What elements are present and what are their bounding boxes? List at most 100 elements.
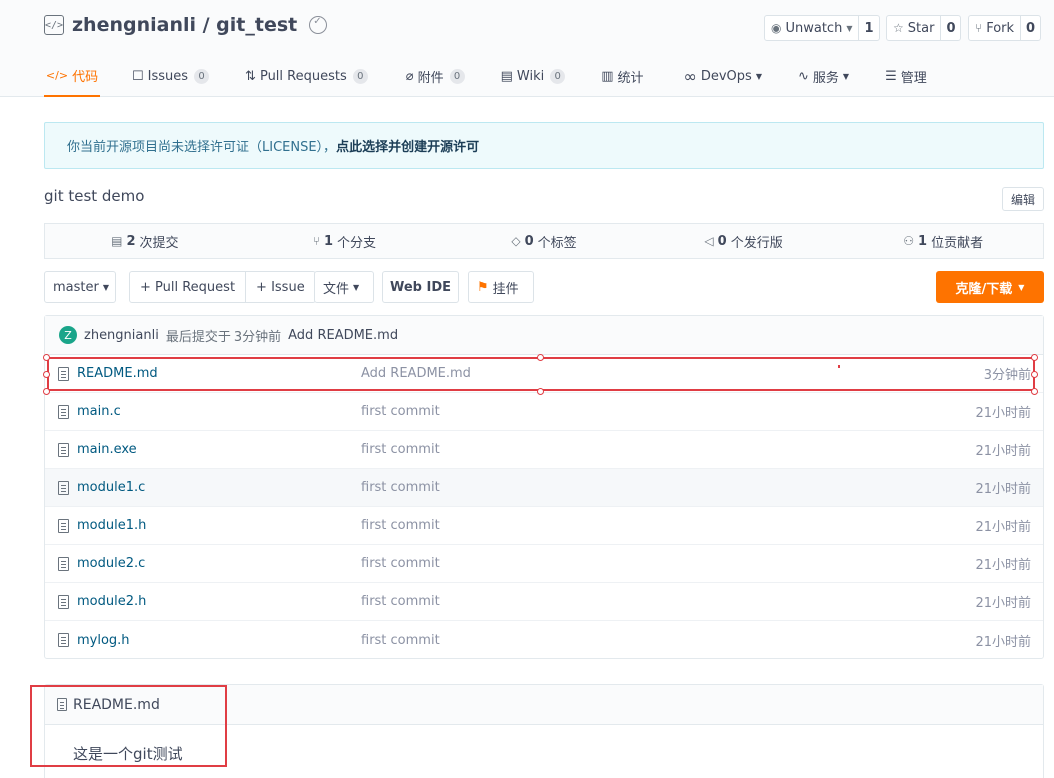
file-name-link[interactable]: main.exe [77,442,137,457]
file-row[interactable]: module2.h first commit 21小时前 [45,583,1043,621]
tab-code[interactable]: </> 代码 [44,56,100,97]
releases-stat[interactable]: ◁ 0 个发行版 [644,232,844,251]
file-row[interactable]: main.exe first commit 21小时前 [45,431,1043,469]
file-name-link[interactable]: README.md [77,366,158,381]
tab-wiki[interactable]: ▤ Wiki 0 [501,56,566,97]
tab-services[interactable]: ∿ 服务 ▼ [798,56,849,97]
file-icon [58,481,69,495]
file-name-link[interactable]: main.c [77,404,121,419]
resize-handle-left[interactable] [43,371,50,378]
file-commit-message[interactable]: first commit [361,594,440,609]
chevron-down-icon: ▼ [102,282,109,292]
fork-icon: ⑂ [975,21,983,35]
contributors-icon: ⚇ [903,234,915,248]
create-license-link[interactable]: 点此选择并创建开源许可 [336,136,479,155]
new-pull-request-button[interactable]: + Pull Request [130,272,245,302]
file-commit-message[interactable]: first commit [361,480,440,495]
file-commit-message[interactable]: first commit [361,556,440,571]
file-row[interactable]: mylog.h first commit 21小时前 [45,621,1043,659]
file-commit-time: 21小时前 [975,482,1031,497]
file-name-link[interactable]: module1.h [77,518,146,533]
fork-button[interactable]: ⑂ Fork 0 [968,15,1042,41]
branches-stat[interactable]: ⑂ 1 个分支 [245,232,445,251]
paperclip-icon: ⌀ [405,69,414,84]
edit-description-button[interactable]: 编辑 [1002,187,1044,211]
tab-devops[interactable]: ∞ DevOps ▼ [684,56,762,97]
tag-icon: ◇ [511,234,521,248]
commits-stat[interactable]: ▤ 2 次提交 [45,232,245,251]
file-commit-message[interactable]: first commit [361,518,440,533]
contributors-label: 位贡献者 [931,235,984,251]
tab-stats[interactable]: ▥ 统计 [601,56,643,97]
readme-header: README.md [45,685,1043,725]
file-row[interactable]: README.md Add README.md 3分钟前 [45,355,1043,393]
resize-handle-top-right[interactable] [1031,354,1038,361]
star-label: Star [907,20,935,36]
commits-label: 次提交 [139,235,179,251]
resize-handle-bottom-right[interactable] [1031,388,1038,395]
web-ide-button[interactable]: Web IDE [382,271,459,303]
star-count[interactable]: 0 [941,16,960,40]
file-commit-time: 3分钟前 [983,368,1031,383]
repo-tabs: </> 代码 ☐ Issues 0 ⇅ Pull Requests 0 ⌀ 附件… [44,56,927,97]
tags-stat[interactable]: ◇ 0 个标签 [444,232,644,251]
commit-author-link[interactable]: zhengnianli [84,328,159,343]
fork-count[interactable]: 0 [1021,16,1040,40]
file-name-link[interactable]: module1.c [77,480,145,495]
clone-download-button[interactable]: 克隆/下载 ▼ [936,271,1044,303]
files-dropdown[interactable]: 文件 ▼ [314,271,374,303]
branch-select[interactable]: master ▼ [44,271,116,303]
file-row[interactable]: module2.c first commit 21小时前 [45,545,1043,583]
branch-icon: ⑂ [312,234,320,248]
tab-pull-requests[interactable]: ⇅ Pull Requests 0 [245,56,368,97]
file-row[interactable]: module1.c first commit 21小时前 [45,469,1043,507]
tags-count: 0 [524,233,534,249]
file-row[interactable]: main.c first commit 21小时前 [45,393,1043,431]
commit-time: 3分钟前 [233,329,282,345]
resize-handle-top-left[interactable] [43,354,50,361]
file-name-link[interactable]: module2.c [77,556,145,571]
star-button[interactable]: ☆ Star 0 [886,15,962,41]
resize-handle-top[interactable] [537,354,544,361]
verified-badge-icon[interactable] [309,16,328,34]
avatar[interactable]: Z [59,326,77,344]
branches-count: 1 [323,233,333,249]
resize-handle-bottom-left[interactable] [43,388,50,395]
contributors-stat[interactable]: ⚇ 1 位贡献者 [843,232,1043,251]
file-commit-message[interactable]: first commit [361,633,440,648]
commit-message-link[interactable]: Add README.md [288,328,398,343]
file-icon [58,519,69,533]
tab-label: DevOps [700,69,752,84]
file-commit-time: 21小时前 [975,520,1031,535]
file-commit-message[interactable]: first commit [361,404,440,419]
tab-manage[interactable]: ☰ 管理 [885,56,927,97]
watch-count[interactable]: 1 [859,16,878,40]
create-button-group: + Pull Request + Issue [129,271,316,303]
resize-handle-right[interactable] [1031,371,1038,378]
settings-doc-icon: ☰ [885,69,897,84]
mount-widget-button[interactable]: ⚑ 挂件 [468,271,534,303]
tab-label: Issues [147,69,189,84]
file-commit-message[interactable]: first commit [361,442,440,457]
file-commit-message[interactable]: Add README.md [361,366,471,381]
commit-icon: ▤ [111,234,123,248]
resize-handle-bottom[interactable] [537,388,544,395]
fork-label: Fork [986,20,1015,36]
send-icon: ◁ [704,234,714,248]
repo-name-link[interactable]: zhengnianli / git_test [72,14,297,36]
chevron-down-icon: ▼ [846,23,853,33]
file-commit-time: 21小时前 [975,406,1031,421]
file-name-link[interactable]: mylog.h [77,633,130,648]
tab-attachments[interactable]: ⌀ 附件 0 [406,56,465,97]
tab-issues[interactable]: ☐ Issues 0 [132,56,210,97]
file-row[interactable]: module1.h first commit 21小时前 [45,507,1043,545]
bookmark-icon: ⚑ [477,279,489,295]
file-commit-time: 21小时前 [975,444,1031,459]
files-label: 文件 [323,281,350,297]
watch-button[interactable]: ◉ Unwatch ▼ 1 [764,15,880,41]
new-issue-button[interactable]: + Issue [245,272,315,302]
file-commit-time: 21小时前 [975,596,1031,611]
repo-toolbar: master ▼ + Pull Request + Issue 文件 ▼ Web… [44,271,1044,303]
tab-label: 服务 [812,71,839,86]
file-name-link[interactable]: module2.h [77,594,146,609]
